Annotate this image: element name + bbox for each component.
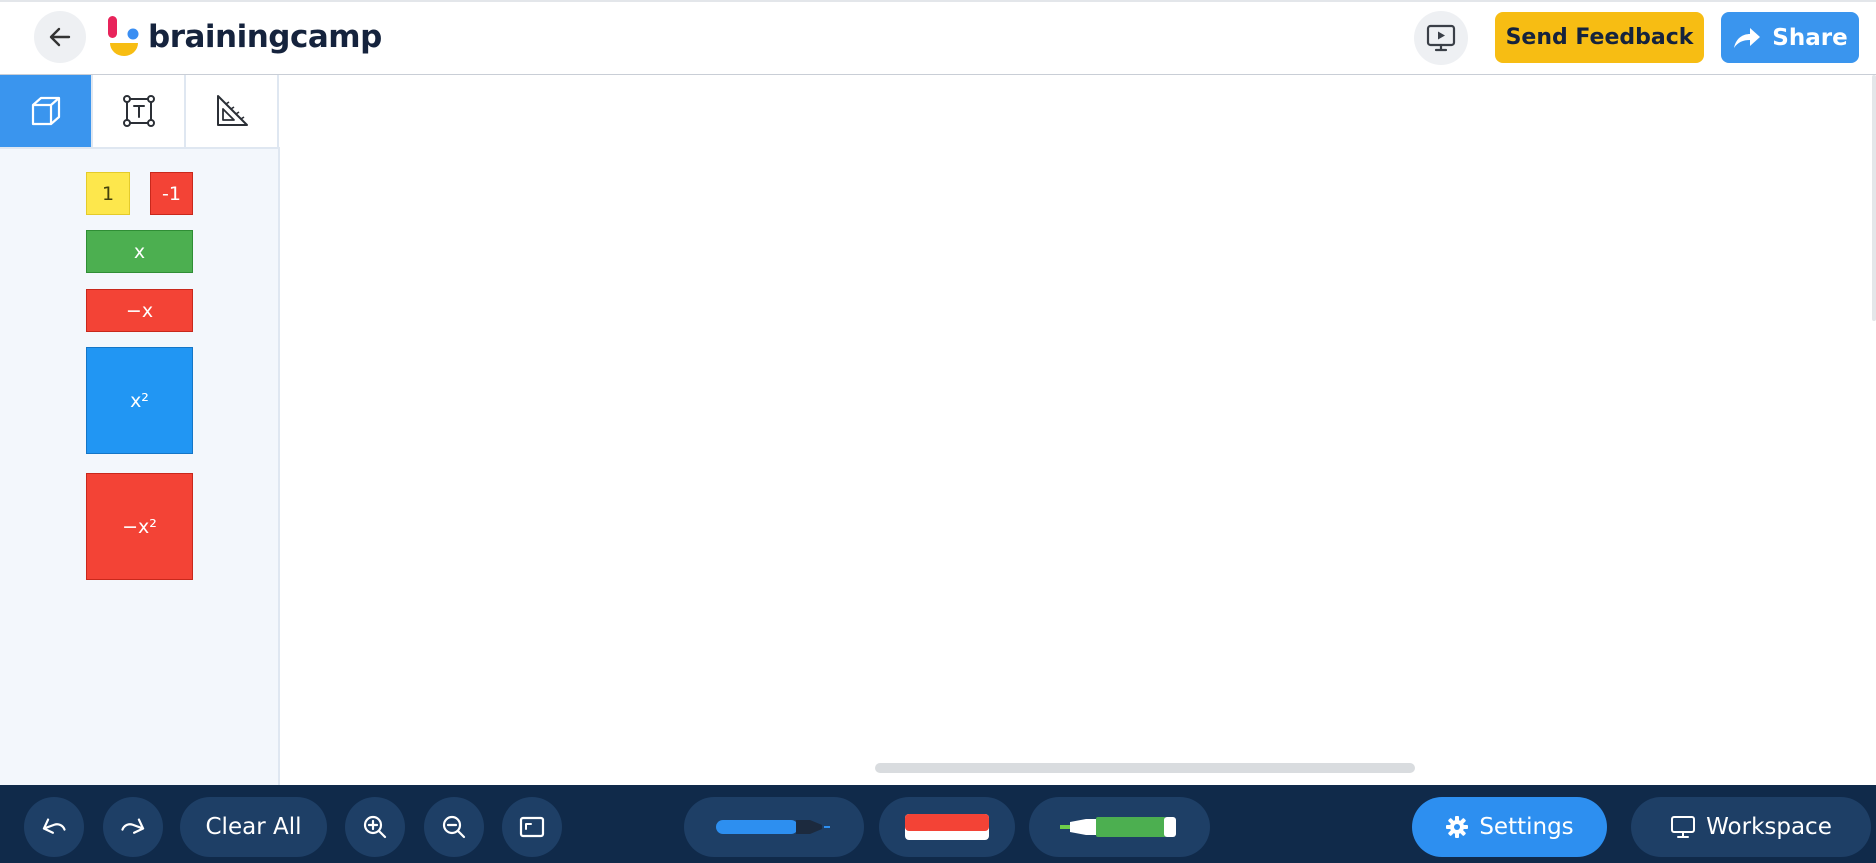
set-square-ruler-icon <box>216 95 248 126</box>
settings-label: Settings <box>1479 814 1574 840</box>
brainingcamp-logo-icon <box>108 16 139 56</box>
present-screen-icon <box>1426 24 1456 52</box>
settings-button[interactable]: Settings <box>1412 797 1607 857</box>
cube-icon <box>31 96 60 126</box>
workspace-label: Workspace <box>1706 814 1832 840</box>
eraser-tool-button[interactable] <box>879 797 1015 857</box>
tab-tiles[interactable] <box>0 75 93 147</box>
sidebar-tabs <box>0 75 280 149</box>
tile-x[interactable]: x <box>86 230 193 273</box>
share-label: Share <box>1772 24 1848 51</box>
fit-screen-button[interactable] <box>502 797 562 857</box>
tile-x-squared[interactable]: x² <box>86 347 193 454</box>
fit-screen-icon <box>519 816 545 838</box>
monitor-icon <box>1671 816 1696 838</box>
tile-negative-x[interactable]: −x <box>86 289 193 332</box>
zoom-out-icon <box>442 815 466 839</box>
gear-icon <box>1446 816 1469 838</box>
highlighter-icon <box>1059 817 1176 837</box>
redo-button[interactable] <box>103 797 163 857</box>
share-arrow-icon <box>1734 27 1761 48</box>
zoom-in-button[interactable] <box>345 797 405 857</box>
redo-icon <box>121 818 145 834</box>
send-feedback-button[interactable]: Send Feedback <box>1495 12 1704 63</box>
brand-name: brainingcamp <box>148 19 382 55</box>
horizontal-scrollbar[interactable] <box>875 763 1415 773</box>
tile-negative-x-squared[interactable]: −x² <box>86 473 193 580</box>
present-button[interactable] <box>1414 11 1468 65</box>
tile-negative-one[interactable]: -1 <box>150 172 193 215</box>
text-box-icon <box>122 95 155 127</box>
undo-button[interactable] <box>24 797 84 857</box>
share-button[interactable]: Share <box>1721 12 1859 63</box>
zoom-out-button[interactable] <box>424 797 484 857</box>
tile-one[interactable]: 1 <box>86 172 130 215</box>
vertical-scrollbar[interactable] <box>1872 75 1876 321</box>
arrow-left-icon <box>49 27 71 47</box>
back-button[interactable] <box>34 11 86 63</box>
brand-logo: brainingcamp <box>106 15 382 59</box>
zoom-in-icon <box>363 815 387 839</box>
undo-icon <box>42 818 66 834</box>
tab-measure[interactable] <box>186 75 279 147</box>
eraser-icon <box>905 814 989 840</box>
workspace-canvas[interactable] <box>281 75 1876 785</box>
marker-tool-button[interactable] <box>684 797 864 857</box>
clear-all-button[interactable]: Clear All <box>180 797 327 857</box>
marker-icon <box>716 820 830 834</box>
workspace-button[interactable]: Workspace <box>1631 797 1871 857</box>
tab-text[interactable] <box>93 75 186 147</box>
highlighter-tool-button[interactable] <box>1029 797 1210 857</box>
